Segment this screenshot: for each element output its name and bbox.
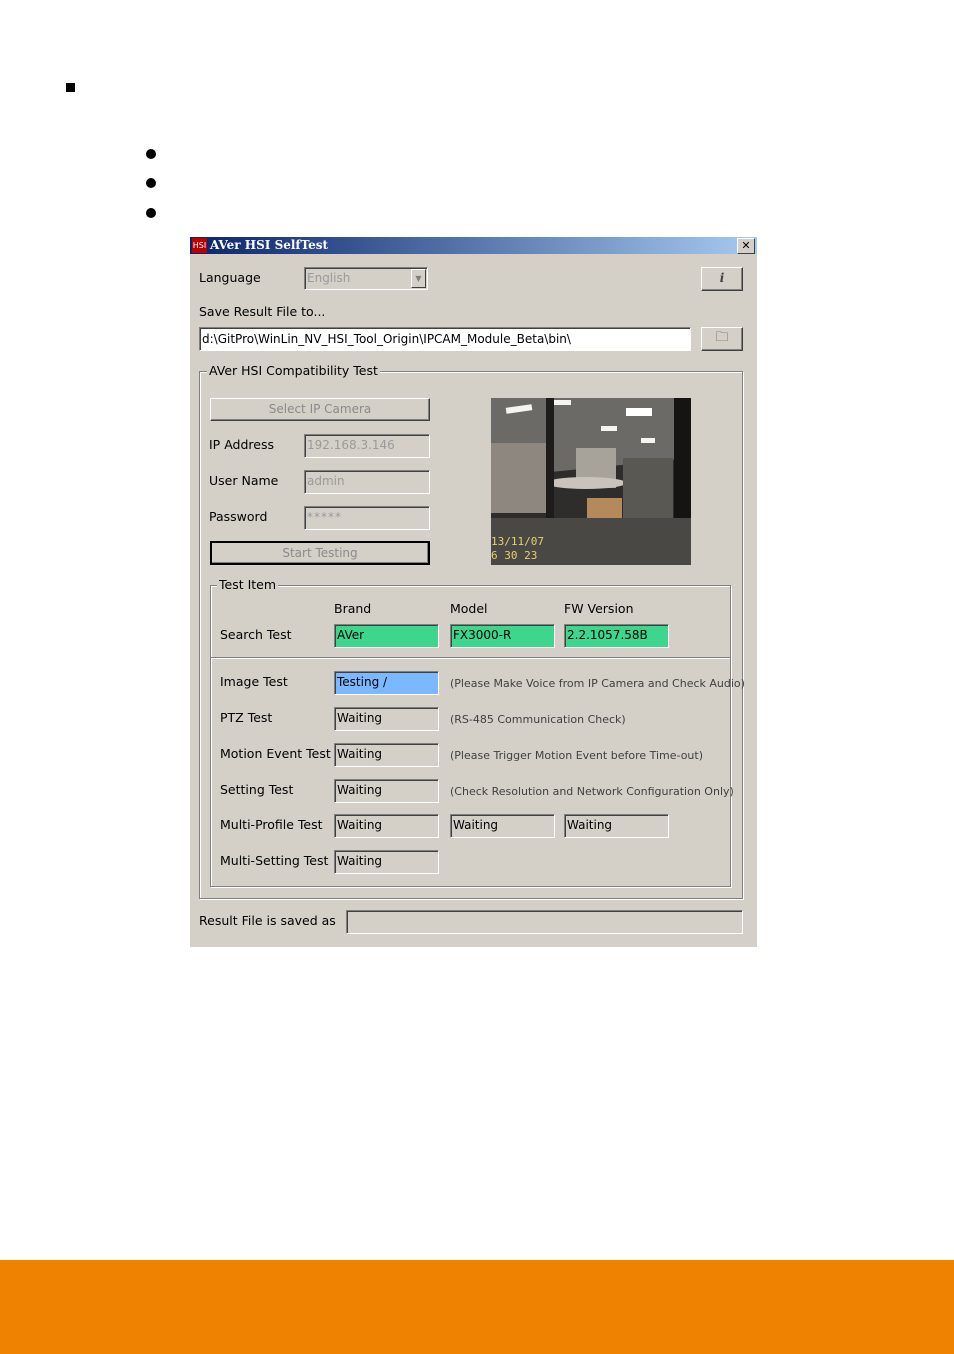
language-label: Language [199, 270, 261, 285]
user-name-label: User Name [209, 473, 279, 488]
bullet-dot-icon [146, 178, 156, 188]
camera-time-stamp: 6 30 23 [491, 549, 538, 562]
multi-profile-status-1: Waiting [334, 814, 439, 838]
bullet-dot-icon [146, 149, 156, 159]
fw-version-header: FW Version [564, 601, 634, 616]
image-test-label: Image Test [220, 674, 288, 689]
search-brand-field: AVer [334, 624, 439, 648]
motion-event-test-status: Waiting [334, 743, 439, 767]
ptz-test-status: Waiting [334, 707, 439, 731]
setting-test-status: Waiting [334, 779, 439, 803]
info-button[interactable]: i [701, 267, 743, 291]
selftest-window: HSI AVer HSI SelfTest ✕ Language English… [190, 237, 757, 947]
save-result-label: Save Result File to... [199, 304, 326, 319]
result-file-label: Result File is saved as [199, 913, 336, 928]
password-input[interactable]: ***** [304, 506, 430, 530]
ptz-test-hint: (RS-485 Communication Check) [450, 713, 626, 726]
square-bullet-icon [66, 83, 75, 92]
ip-address-label: IP Address [209, 437, 274, 452]
multi-profile-test-label: Multi-Profile Test [220, 817, 323, 832]
search-model-field: FX3000-R [450, 624, 555, 648]
test-divider [211, 657, 730, 658]
camera-preview: 13/11/07 6 30 23 [491, 398, 691, 565]
start-testing-button[interactable]: Start Testing [210, 541, 430, 565]
brand-header: Brand [334, 601, 372, 616]
camera-date-stamp: 13/11/07 [491, 535, 544, 548]
multi-profile-status-3: Waiting [564, 814, 669, 838]
search-test-label: Search Test [220, 627, 292, 642]
search-fw-field: 2.2.1057.58B [564, 624, 669, 648]
compatibility-group-title: AVer HSI Compatibility Test [207, 363, 380, 378]
language-value: English [307, 271, 351, 285]
save-path-field[interactable]: d:\GitPro\WinLin_NV_HSI_Tool_Origin\IPCA… [199, 327, 691, 351]
info-icon: i [719, 271, 725, 285]
select-ip-camera-button[interactable]: Select IP Camera [210, 398, 430, 421]
password-label: Password [209, 509, 268, 524]
multi-setting-test-status: Waiting [334, 850, 439, 874]
multi-setting-test-label: Multi-Setting Test [220, 853, 329, 868]
multi-profile-status-2: Waiting [450, 814, 555, 838]
ip-address-input[interactable]: 192.168.3.146 [304, 434, 430, 458]
result-file-field [346, 910, 743, 934]
chevron-down-icon[interactable]: ▼ [411, 269, 426, 288]
close-button[interactable]: ✕ [737, 238, 755, 254]
bullet-dot-icon [146, 208, 156, 218]
setting-test-hint: (Check Resolution and Network Configurat… [450, 785, 734, 798]
page-footer-bar [0, 1260, 954, 1354]
folder-icon: 🗀 [715, 330, 729, 345]
test-item-title: Test Item [217, 577, 279, 592]
user-name-input[interactable]: admin [304, 470, 430, 494]
window-title: AVer HSI SelfTest [210, 238, 329, 252]
motion-event-test-label: Motion Event Test [220, 746, 331, 761]
setting-test-label: Setting Test [220, 782, 294, 797]
model-header: Model [450, 601, 488, 616]
title-bar[interactable]: HSI AVer HSI SelfTest ✕ [190, 237, 757, 254]
ptz-test-label: PTZ Test [220, 710, 273, 725]
motion-event-test-hint: (Please Trigger Motion Event before Time… [450, 749, 704, 762]
image-test-status: Testing / [334, 671, 439, 695]
browse-folder-button[interactable]: 🗀 [701, 327, 743, 351]
language-select[interactable]: English ▼ [304, 267, 428, 290]
app-icon: HSI [192, 238, 207, 253]
image-test-hint: (Please Make Voice from IP Camera and Ch… [450, 677, 745, 690]
